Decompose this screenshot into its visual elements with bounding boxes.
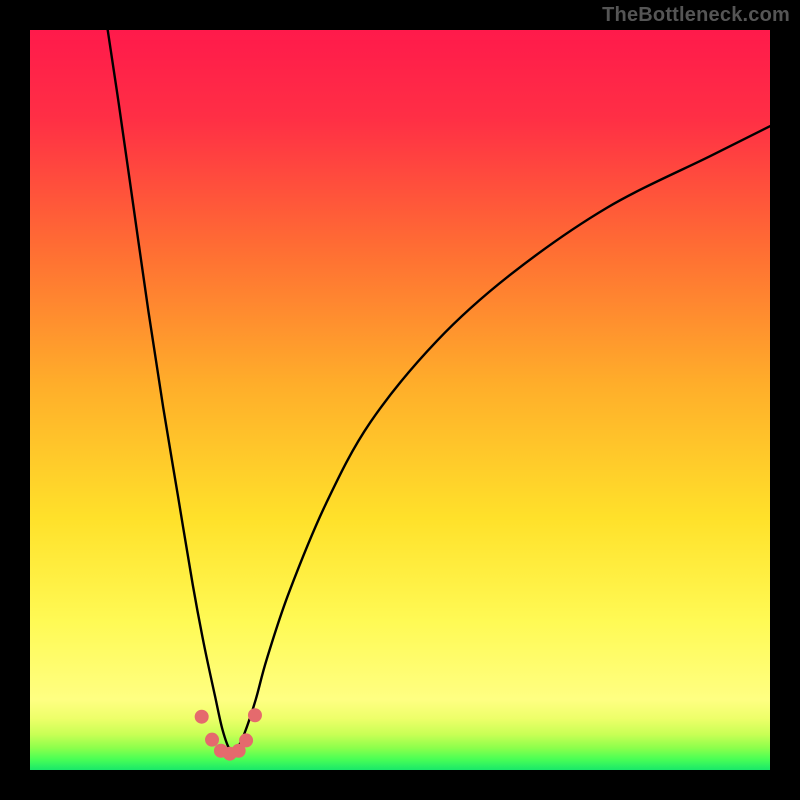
gradient-background [30,30,770,770]
chart-svg [30,30,770,770]
curve-marker [205,733,219,747]
curve-marker [248,708,262,722]
curve-marker [195,710,209,724]
plot-area [30,30,770,770]
watermark-text: TheBottleneck.com [602,4,790,27]
outer-frame: TheBottleneck.com [0,0,800,800]
curve-marker [239,733,253,747]
